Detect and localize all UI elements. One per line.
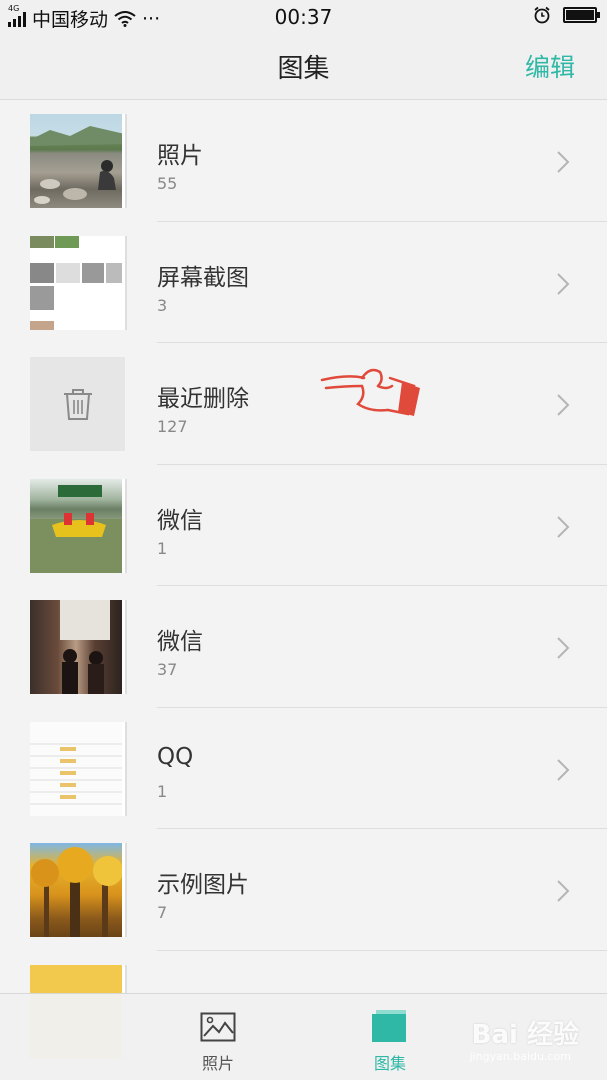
chevron-right-icon	[557, 394, 570, 416]
album-list: 照片 55 屏幕截图 3 最近删除 127 微信 1 微信 37 QQ 1 示例…	[0, 100, 607, 1072]
page-title: 图集	[277, 54, 330, 84]
album-thumbnail	[30, 721, 125, 816]
album-count: 37	[157, 660, 178, 679]
album-row-wechat-1[interactable]: 微信 1	[0, 465, 607, 586]
chevron-right-icon	[557, 758, 570, 781]
album-row-qq[interactable]: QQ 1	[0, 708, 607, 829]
chevron-right-icon	[557, 515, 570, 538]
trash-icon	[63, 389, 92, 420]
gallery-screen: 4G 中国移动 ··· 00:37 图集 编辑 照片 55 屏幕截图 3 最近删…	[0, 0, 607, 1080]
album-thumbnail	[30, 478, 125, 573]
alarm-clock-icon	[534, 6, 550, 24]
album-count: 7	[157, 903, 168, 922]
album-row-screenshots[interactable]: 屏幕截图 3	[0, 222, 607, 343]
album-count: 55	[157, 174, 178, 193]
album-name: 屏幕截图	[157, 264, 249, 291]
battery-icon	[563, 7, 600, 23]
chevron-right-icon	[557, 880, 570, 902]
album-thumbnail	[30, 843, 125, 937]
album-name: 照片	[157, 143, 203, 169]
tab-albums[interactable]: 图集	[330, 994, 450, 1080]
tab-photos[interactable]: 照片	[158, 994, 278, 1080]
status-bar: 4G 中国移动 ··· 00:37	[0, 0, 607, 34]
album-name: 微信	[157, 629, 203, 655]
edit-button[interactable]: 编辑	[525, 48, 575, 84]
album-row-recently-deleted[interactable]: 最近删除 127	[0, 343, 607, 465]
album-row-sample-pictures[interactable]: 示例图片 7	[0, 829, 607, 951]
pointing-hand-icon	[320, 368, 420, 416]
watermark-logo: Bai 经验	[471, 1020, 579, 1050]
chevron-right-icon	[557, 151, 570, 173]
album-icon	[372, 1010, 406, 1042]
album-name: 示例图片	[157, 872, 249, 898]
album-thumbnail	[30, 357, 125, 451]
tab-label: 图集	[373, 1054, 406, 1073]
album-thumbnail	[30, 235, 125, 330]
album-count: 1	[157, 538, 168, 558]
image-icon	[200, 1012, 236, 1042]
album-count: 1	[157, 781, 168, 801]
album-thumbnail	[30, 600, 125, 694]
clock: 00:37	[274, 5, 333, 29]
album-name: 最近删除	[157, 386, 249, 412]
chevron-right-icon	[557, 637, 570, 659]
album-name: 微信	[157, 507, 203, 534]
title-bar: 图集 编辑	[0, 34, 607, 100]
tab-label: 照片	[201, 1054, 234, 1073]
album-count: 3	[157, 295, 168, 315]
album-count: 127	[157, 417, 188, 436]
album-row-photos[interactable]: 照片 55	[0, 100, 607, 222]
status-right	[533, 6, 600, 24]
album-name: QQ	[157, 743, 194, 770]
album-thumbnail	[30, 114, 125, 208]
watermark-url: jingyan.baidu.com	[469, 1050, 571, 1063]
chevron-right-icon	[557, 272, 570, 295]
album-row-wechat-2[interactable]: 微信 37	[0, 586, 607, 708]
